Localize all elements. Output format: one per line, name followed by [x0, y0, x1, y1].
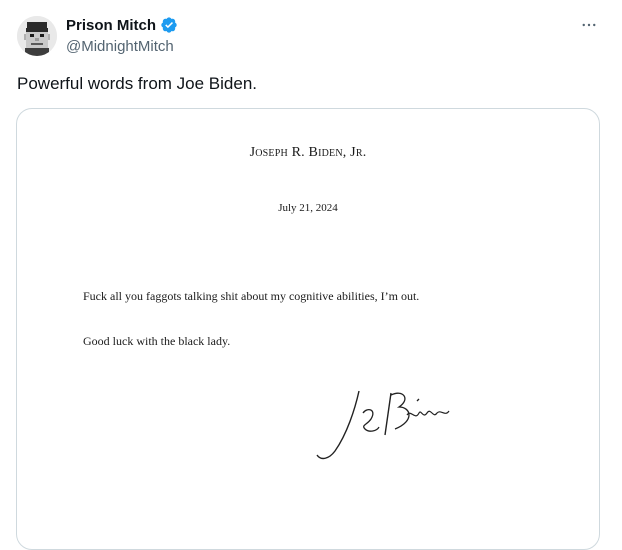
tweet-text: Powerful words from Joe Biden.: [17, 74, 257, 93]
letter-paragraph: Good luck with the black lady.: [83, 334, 231, 348]
pixel-face-avatar-image: [17, 16, 57, 56]
letter-date: July 21, 2024: [278, 202, 338, 214]
more-horizontal-icon: [582, 23, 596, 27]
letterhead: Joseph R. Biden, Jr.: [249, 145, 367, 160]
letter-paragraph: Fuck all you faggots talking shit about …: [83, 289, 420, 303]
letter-document: Joseph R. Biden, Jr. July 21, 2024 Fuck …: [17, 109, 599, 549]
verified-badge-icon: [160, 16, 178, 34]
avatar[interactable]: [17, 16, 57, 56]
more-options-button[interactable]: [578, 14, 600, 36]
tweet-media-image[interactable]: Joseph R. Biden, Jr. July 21, 2024 Fuck …: [16, 108, 600, 550]
author-display-name[interactable]: Prison Mitch: [66, 17, 156, 34]
author-handle[interactable]: @MidnightMitch: [66, 38, 174, 55]
author-name-row[interactable]: Prison Mitch: [66, 16, 178, 34]
handwritten-signature: [316, 390, 450, 460]
